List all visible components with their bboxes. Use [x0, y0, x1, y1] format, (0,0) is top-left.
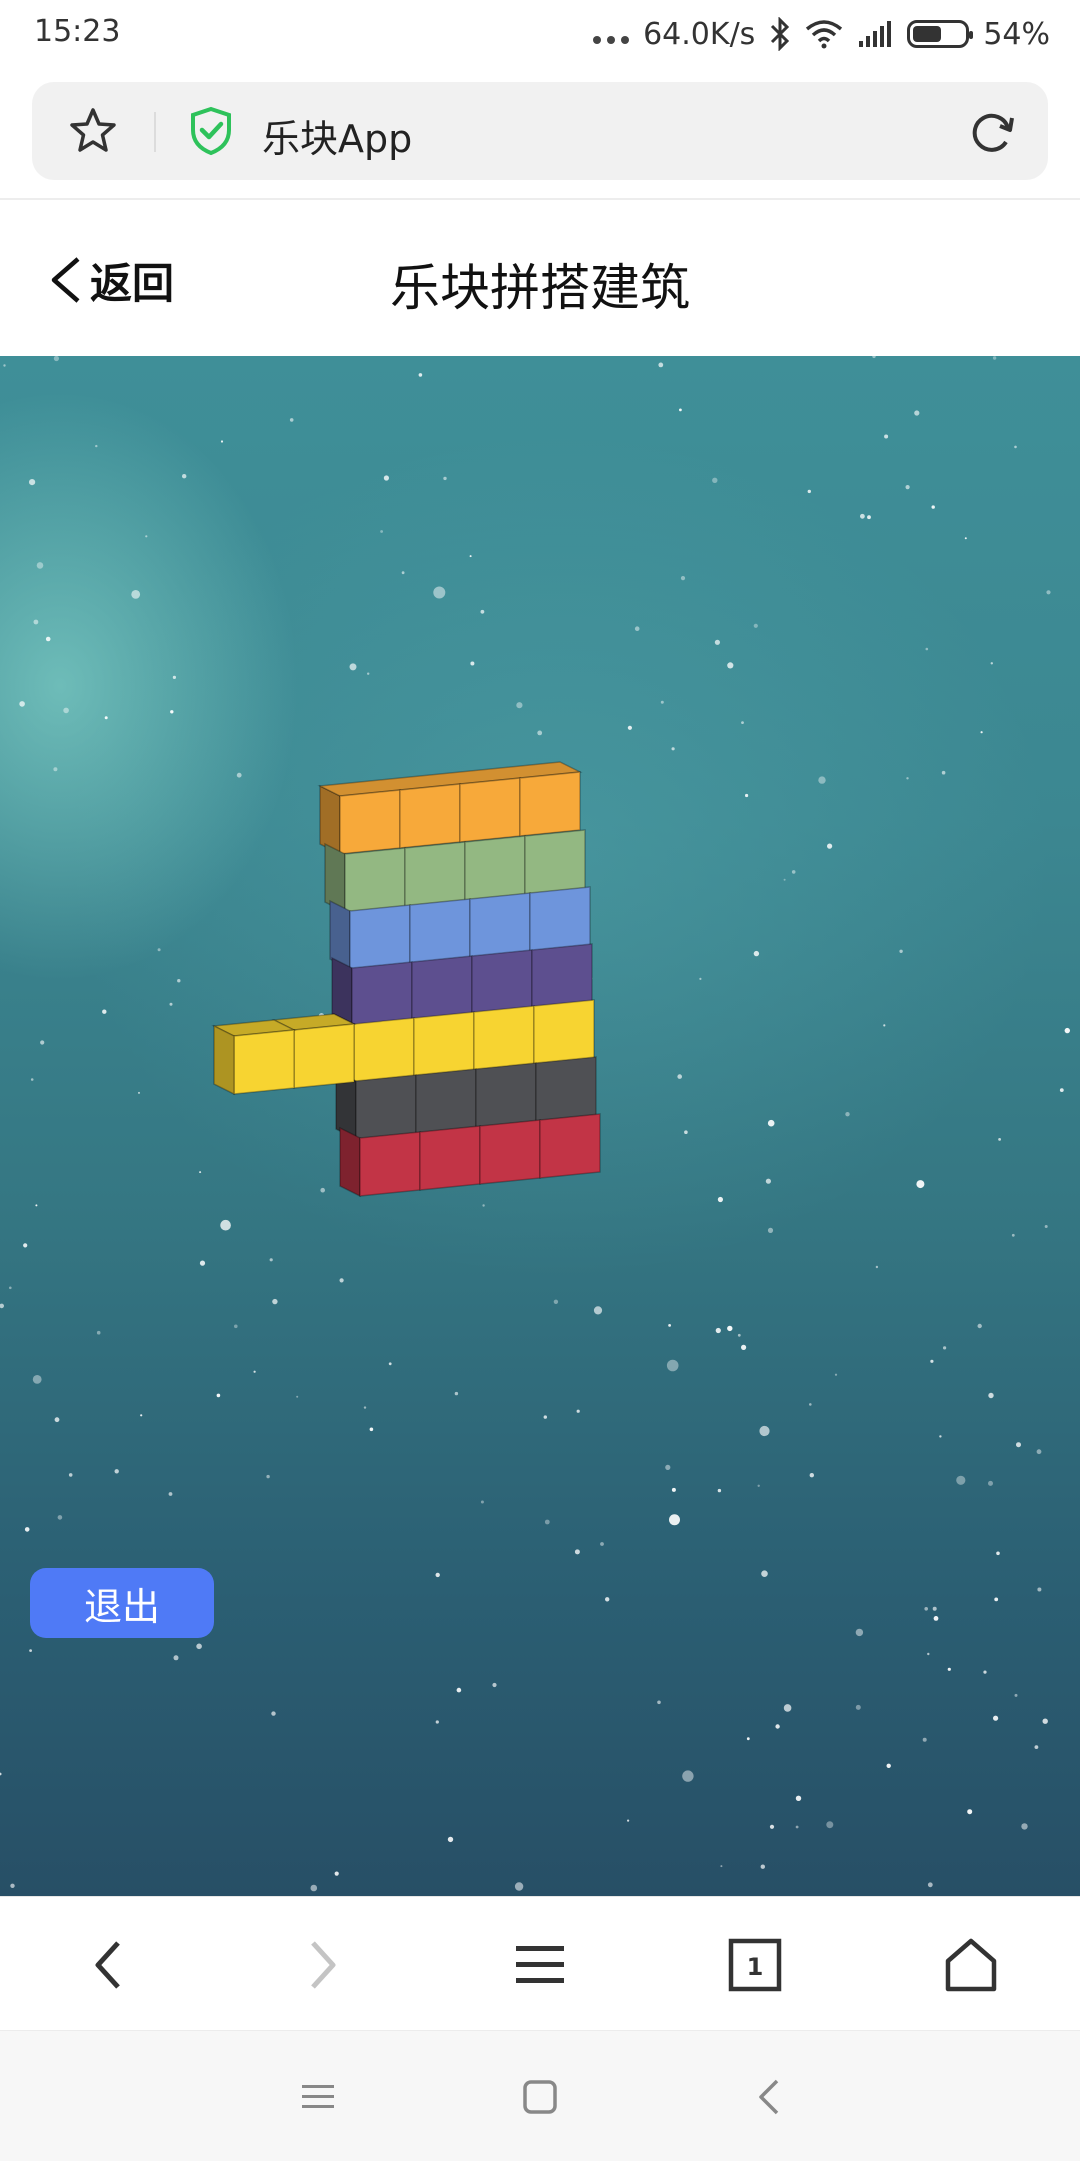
status-bar: 15:23 64.0K/s 54% — [0, 0, 1080, 70]
block-cube — [344, 847, 406, 913]
back-triangle-icon[interactable] — [740, 2069, 796, 2125]
network-speed: 64.0K/s — [643, 16, 756, 52]
page-title: 乐块拼搭建筑 — [390, 259, 690, 317]
block-cube — [409, 898, 471, 964]
shield-check-icon — [191, 106, 231, 156]
page-header: 返回 乐块拼搭建筑 — [0, 200, 1080, 356]
block-cube — [419, 1125, 481, 1191]
block-cube — [475, 1062, 537, 1128]
recent-apps-icon[interactable] — [290, 2069, 346, 2125]
block-cube — [339, 789, 401, 855]
block-side-face — [213, 1024, 235, 1096]
block-cube — [533, 999, 595, 1065]
home-icon[interactable] — [936, 1930, 1006, 2000]
forward-arrow-icon[interactable] — [288, 1930, 358, 2000]
block-cube — [413, 1011, 475, 1077]
status-time: 15:23 — [34, 14, 121, 49]
block-cube — [469, 892, 531, 958]
block-cube — [399, 783, 461, 849]
system-navigation-bar — [0, 2030, 1080, 2161]
bluetooth-icon — [771, 17, 790, 51]
block-side-face — [319, 784, 341, 856]
block-cube — [531, 943, 593, 1009]
signal-icon — [859, 21, 892, 47]
block-cube — [353, 1017, 415, 1083]
wifi-icon — [806, 20, 843, 49]
block-cube — [539, 1113, 601, 1179]
battery-icon — [907, 20, 974, 48]
block-cube — [524, 829, 586, 895]
block-cube — [471, 949, 533, 1015]
block-cube — [359, 1131, 421, 1197]
battery-percent: 54% — [983, 16, 1050, 52]
tab-count: 1 — [747, 1953, 764, 1981]
building-scene[interactable]: 退出 — [0, 356, 1080, 1896]
status-icons: 64.0K/s 54% — [593, 12, 1050, 56]
url-text[interactable]: 乐块App — [262, 108, 412, 163]
block-side-face — [339, 1126, 361, 1198]
block-cube — [473, 1005, 535, 1071]
more-dots-icon — [593, 24, 630, 44]
block-cube — [293, 1023, 355, 1089]
block-cube — [464, 835, 526, 901]
block-cube — [355, 1074, 417, 1140]
tabs-icon[interactable]: 1 — [720, 1930, 790, 2000]
block-structure[interactable] — [0, 356, 1080, 1896]
block-cube — [411, 955, 473, 1021]
block-side-face — [324, 842, 346, 914]
block-cube — [415, 1068, 477, 1134]
exit-button[interactable]: 退出 — [30, 1568, 214, 1638]
back-arrow-icon[interactable] — [73, 1930, 143, 2000]
block-cube — [459, 777, 521, 843]
browser-toolbar: 1 — [0, 1896, 1080, 2031]
browser-address-bar[interactable]: 乐块App — [32, 82, 1048, 180]
block-cube — [519, 771, 581, 837]
block-cube — [529, 886, 591, 952]
star-icon[interactable] — [68, 106, 118, 156]
reload-icon[interactable] — [966, 106, 1018, 158]
menu-icon[interactable] — [505, 1930, 575, 2000]
block-cube — [479, 1119, 541, 1185]
block-cube — [349, 904, 411, 970]
block-cube — [233, 1029, 295, 1095]
block-cube — [351, 961, 413, 1027]
block-cube — [404, 841, 466, 907]
block-cube — [535, 1056, 597, 1122]
home-square-icon[interactable] — [512, 2069, 568, 2125]
divider — [154, 112, 156, 152]
